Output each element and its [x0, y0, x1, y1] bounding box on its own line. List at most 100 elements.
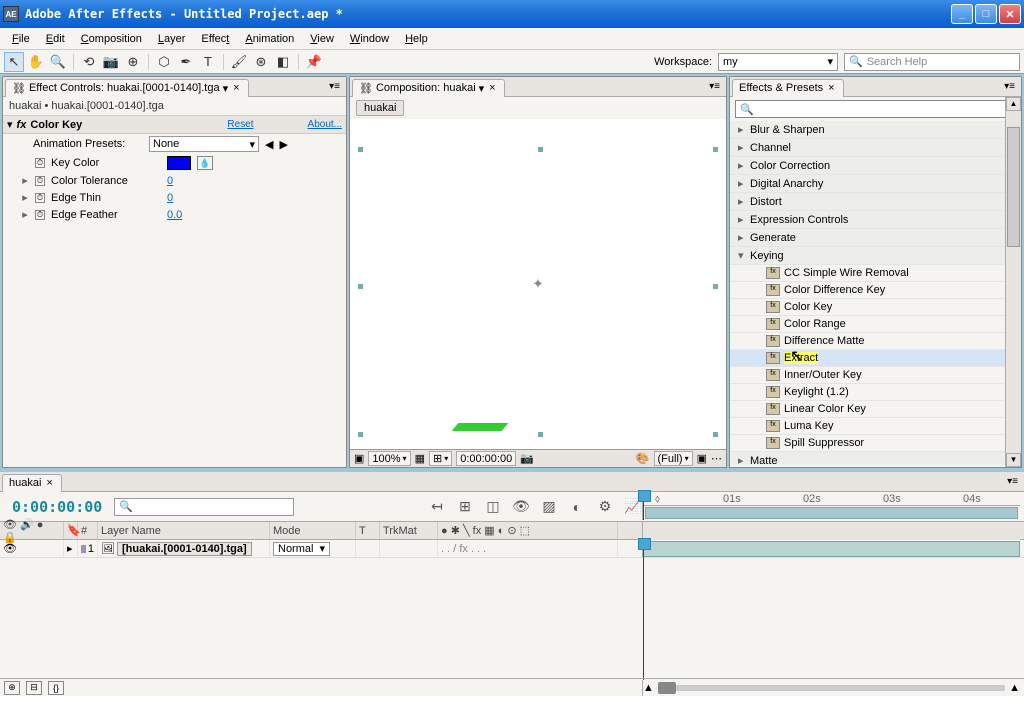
effect-item[interactable]: fxLuma Key	[730, 418, 1005, 435]
workspace-select[interactable]: my▾	[718, 53, 838, 71]
effect-item[interactable]: fxInner/Outer Key	[730, 367, 1005, 384]
menu-help[interactable]: Help	[397, 30, 436, 48]
eyedropper-button[interactable]: 💧	[197, 156, 213, 170]
panel-menu-button[interactable]: ▾≡	[705, 81, 724, 92]
zoom-tool[interactable]: 🔍	[48, 52, 68, 72]
scroll-thumb[interactable]	[1007, 127, 1020, 247]
rotate-tool[interactable]: ⟲	[79, 52, 99, 72]
layer-name[interactable]: [huakai.[0001-0140].tga]	[117, 542, 252, 556]
step-back-button[interactable]: ↤	[426, 496, 448, 518]
timeline-search[interactable]: 🔍	[114, 498, 294, 516]
puppet-tool[interactable]: 📌	[304, 52, 324, 72]
stopwatch-icon[interactable]: ⏱	[35, 158, 45, 168]
composition-tab[interactable]: ⛓ Composition: huakai ▾ ×	[352, 79, 505, 97]
stopwatch-icon[interactable]: ⏱	[35, 176, 45, 186]
stopwatch-icon[interactable]: ⏱	[35, 193, 45, 203]
effect-item[interactable]: fxColor Key	[730, 299, 1005, 316]
menu-layer[interactable]: Layer	[150, 30, 194, 48]
twirl-icon[interactable]: ▸	[21, 174, 29, 187]
prop-edge-feather-value[interactable]: 0.0	[167, 209, 182, 221]
prop-color-tolerance-value[interactable]: 0	[167, 175, 173, 187]
draft-3d-button[interactable]: ◫	[482, 496, 504, 518]
scroll-up-button[interactable]: ▲	[1006, 97, 1021, 111]
frame-blend-button[interactable]: ▨	[538, 496, 560, 518]
grid-select[interactable]: ⊞▾	[429, 451, 452, 466]
effect-item[interactable]: fxLinear Color Key	[730, 401, 1005, 418]
zoom-in-icon[interactable]: ▲	[1009, 682, 1020, 694]
effect-item[interactable]: fxDifference Matte	[730, 333, 1005, 350]
hide-shy-button[interactable]: 👁	[510, 496, 532, 518]
camera-tool[interactable]: 📷	[101, 52, 121, 72]
search-help-input[interactable]: 🔍 Search Help	[844, 53, 1020, 71]
effects-tree[interactable]: ▸Blur & Sharpen▸Channel▸Color Correction…	[730, 121, 1021, 465]
menu-edit[interactable]: Edit	[38, 30, 73, 48]
effect-item[interactable]: fxExtract	[730, 350, 1005, 367]
stopwatch-icon[interactable]: ⏱	[35, 210, 45, 220]
brainstorm-button[interactable]: ⚙	[594, 496, 616, 518]
timeline-tab[interactable]: huakai ×	[2, 474, 62, 492]
effect-category[interactable]: ▸Blur & Sharpen	[730, 121, 1005, 139]
minimize-button[interactable]: _	[951, 4, 973, 24]
close-button[interactable]: ✕	[999, 4, 1021, 24]
menu-view[interactable]: View	[302, 30, 342, 48]
pen-tool[interactable]: ✒	[176, 52, 196, 72]
scrollbar[interactable]: ▲ ▼	[1005, 97, 1021, 467]
twirl-icon[interactable]: ▾	[7, 118, 13, 131]
maximize-button[interactable]: □	[975, 4, 997, 24]
effect-item[interactable]: fxSpill Suppressor	[730, 435, 1005, 452]
effect-controls-tab[interactable]: ⛓ Effect Controls: huakai.[0001-0140].tg…	[5, 79, 249, 97]
zoom-out-icon[interactable]: ▲	[643, 682, 654, 694]
snapshot-icon[interactable]: 📷	[520, 452, 534, 465]
effect-category[interactable]: ▸Matte	[730, 452, 1005, 465]
panel-menu-button[interactable]: ▾≡	[1003, 476, 1022, 487]
menu-file[interactable]: File	[4, 30, 38, 48]
close-tab-icon[interactable]: ×	[231, 82, 241, 94]
menu-window[interactable]: Window	[342, 30, 397, 48]
twirl-icon[interactable]: ▸	[67, 542, 73, 555]
pan-behind-tool[interactable]: ⊕	[123, 52, 143, 72]
prop-edge-thin-value[interactable]: 0	[167, 192, 173, 204]
eraser-tool[interactable]: ◧	[273, 52, 293, 72]
color-swatch[interactable]	[167, 156, 191, 170]
shape-tool[interactable]: ⬡	[154, 52, 174, 72]
menu-effect[interactable]: Effect	[193, 30, 237, 48]
grid-icon[interactable]: ▦	[415, 452, 425, 465]
effect-header[interactable]: ▾ fx Color Key Reset About...	[3, 115, 346, 134]
next-preset-button[interactable]: ▶	[279, 138, 287, 151]
twirl-icon[interactable]: ▸	[21, 191, 29, 204]
effect-item[interactable]: fxColor Range	[730, 316, 1005, 333]
color-mgmt-icon[interactable]: 🎨	[636, 452, 650, 465]
panel-menu-button[interactable]: ▾≡	[325, 81, 344, 92]
menu-composition[interactable]: Composition	[73, 30, 150, 48]
timeline-layer-row[interactable]: 👁 ▸ 1 🖼 [huakai.[0001-0140].tga] Normal▾…	[0, 540, 1024, 558]
resolution-select[interactable]: (Full)▾	[654, 451, 693, 466]
effect-category-keying[interactable]: ▾Keying	[730, 247, 1005, 265]
toggle-modes-button[interactable]: ⊟	[26, 681, 42, 695]
layer-duration-bar[interactable]	[643, 541, 1020, 557]
close-tab-icon[interactable]: ×	[826, 82, 836, 94]
close-tab-icon[interactable]: ×	[44, 477, 54, 489]
zoom-select[interactable]: 100%▾	[368, 451, 410, 466]
motion-blur-button[interactable]: ◐	[566, 496, 588, 518]
effect-category[interactable]: ▸Digital Anarchy	[730, 175, 1005, 193]
col-layer-name[interactable]: Layer Name	[98, 522, 270, 539]
effects-search-input[interactable]: 🔍	[735, 100, 1016, 118]
effect-item[interactable]: fxKeylight (1.2)	[730, 384, 1005, 401]
effect-category[interactable]: ▸Color Correction	[730, 157, 1005, 175]
col-mode[interactable]: Mode	[270, 522, 356, 539]
presets-select[interactable]: None▾	[149, 136, 259, 152]
comp-flowchart-button[interactable]: ⊞	[454, 496, 476, 518]
current-time-indicator[interactable]	[643, 492, 644, 520]
composition-viewer[interactable]: ✦	[350, 119, 726, 449]
twirl-icon[interactable]: ▸	[21, 208, 29, 221]
brush-tool[interactable]: 🖌	[229, 52, 249, 72]
selection-tool[interactable]: ↖	[4, 52, 24, 72]
effect-item[interactable]: fxCC Simple Wire Removal	[730, 265, 1005, 282]
menu-animation[interactable]: Animation	[237, 30, 302, 48]
col-trkmat[interactable]: TrkMat	[380, 522, 438, 539]
timeline-timecode[interactable]: 0:00:00:00	[0, 498, 114, 516]
time-display[interactable]: 0:00:00:00	[456, 451, 516, 466]
toggle-in-out-button[interactable]: {}	[48, 681, 64, 695]
more-icon[interactable]: ⋯	[711, 452, 722, 465]
text-tool[interactable]: T	[198, 52, 218, 72]
